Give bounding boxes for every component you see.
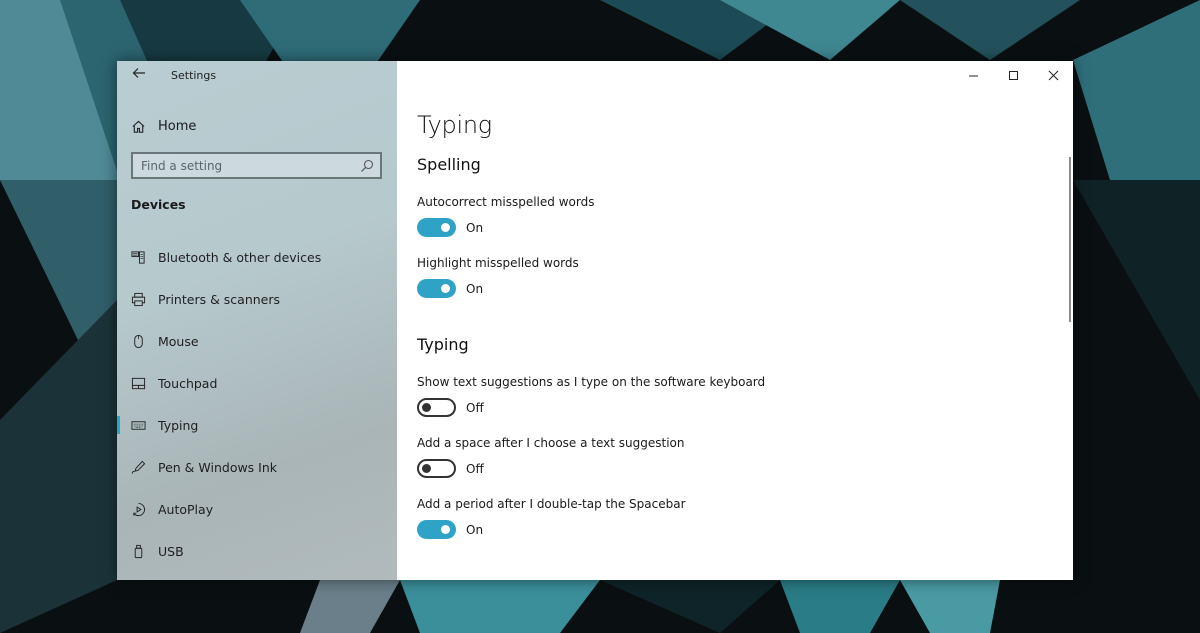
home-label: Home: [158, 118, 197, 134]
pen-icon: [131, 460, 146, 474]
settings-window: Settings Home Devices Bluetooth & other …: [117, 61, 1073, 580]
setting-autocorrect: Autocorrect misspelled words On: [417, 195, 594, 237]
search-input[interactable]: [141, 158, 360, 173]
sidebar-item-label: Bluetooth & other devices: [158, 249, 322, 265]
sidebar-item-label: Pen & Windows Ink: [158, 459, 278, 475]
sidebar-item-typing[interactable]: Typing: [117, 404, 397, 446]
sidebar-item-label: Printers & scanners: [158, 291, 281, 307]
sidebar-item-pen[interactable]: Pen & Windows Ink: [117, 446, 397, 488]
touchpad-icon: [131, 377, 146, 389]
toggle-state: On: [466, 281, 484, 296]
arrow-left-icon: [132, 68, 145, 78]
sidebar-item-touchpad[interactable]: Touchpad: [117, 362, 397, 404]
toggle-state: On: [466, 522, 484, 537]
toggle-knob: [441, 284, 450, 293]
sidebar-nav: Bluetooth & other devices Printers & sca…: [117, 236, 397, 572]
sidebar-item-usb[interactable]: USB: [117, 530, 397, 572]
setting-text-suggestions: Show text suggestions as I type on the s…: [417, 375, 765, 417]
toggle-knob: [422, 403, 431, 412]
toggle-knob: [441, 525, 450, 534]
maximize-button[interactable]: [993, 61, 1033, 89]
setting-label: Add a space after I choose a text sugges…: [417, 436, 685, 450]
title-bar: Settings: [117, 61, 397, 91]
sidebar-item-label: Typing: [158, 417, 199, 433]
toggle-state: On: [466, 220, 484, 235]
minimize-icon: [968, 75, 978, 76]
sidebar-item-label: USB: [158, 543, 184, 559]
toggle-state: Off: [466, 461, 484, 476]
autoplay-icon: [133, 502, 145, 516]
toggle-knob: [422, 464, 431, 473]
search-box[interactable]: [131, 152, 382, 179]
sidebar: Settings Home Devices Bluetooth & other …: [117, 61, 397, 580]
setting-add-period: Add a period after I double-tap the Spac…: [417, 497, 686, 539]
close-icon: [1048, 70, 1058, 80]
highlight-toggle[interactable]: [417, 279, 456, 298]
page-title: Typing: [417, 111, 492, 139]
autocorrect-toggle[interactable]: [417, 218, 456, 237]
toggle-knob: [441, 223, 450, 232]
add-space-toggle[interactable]: [417, 459, 456, 478]
section-label-devices: Devices: [131, 197, 186, 212]
add-period-toggle[interactable]: [417, 520, 456, 539]
caption-buttons: [953, 61, 1073, 89]
app-title: Settings: [171, 69, 217, 82]
usb-icon: [134, 544, 143, 558]
toggle-state: Off: [466, 400, 484, 415]
mouse-icon: [134, 334, 143, 348]
home-icon: [132, 120, 145, 133]
maximize-icon: [1008, 70, 1018, 80]
setting-label: Autocorrect misspelled words: [417, 195, 595, 209]
group-title-typing: Typing: [417, 335, 469, 354]
home-link[interactable]: Home: [131, 114, 196, 138]
sidebar-item-label: AutoPlay: [158, 501, 214, 517]
sidebar-item-label: Touchpad: [158, 375, 218, 391]
back-button[interactable]: [129, 66, 149, 86]
sidebar-item-printers[interactable]: Printers & scanners: [117, 278, 397, 320]
setting-label: Highlight misspelled words: [417, 256, 579, 270]
printer-icon: [131, 292, 146, 306]
scrollbar[interactable]: [1069, 157, 1071, 322]
sidebar-item-autoplay[interactable]: AutoPlay: [117, 488, 397, 530]
search-icon[interactable]: [360, 159, 374, 173]
sidebar-item-bluetooth[interactable]: Bluetooth & other devices: [117, 236, 397, 278]
close-button[interactable]: [1033, 61, 1073, 89]
group-title-spelling: Spelling: [417, 155, 481, 174]
content-pane: Typing Spelling Autocorrect misspelled w…: [397, 61, 1073, 580]
minimize-button[interactable]: [953, 61, 993, 89]
sidebar-item-label: Mouse: [158, 333, 199, 349]
sidebar-item-mouse[interactable]: Mouse: [117, 320, 397, 362]
setting-add-space: Add a space after I choose a text sugges…: [417, 436, 685, 478]
keyboard-icon: [131, 420, 146, 430]
setting-label: Add a period after I double-tap the Spac…: [417, 497, 686, 511]
bluetooth-devices-icon: [131, 250, 145, 264]
text-suggestions-toggle[interactable]: [417, 398, 456, 417]
setting-label: Show text suggestions as I type on the s…: [417, 375, 766, 389]
setting-highlight: Highlight misspelled words On: [417, 256, 579, 298]
